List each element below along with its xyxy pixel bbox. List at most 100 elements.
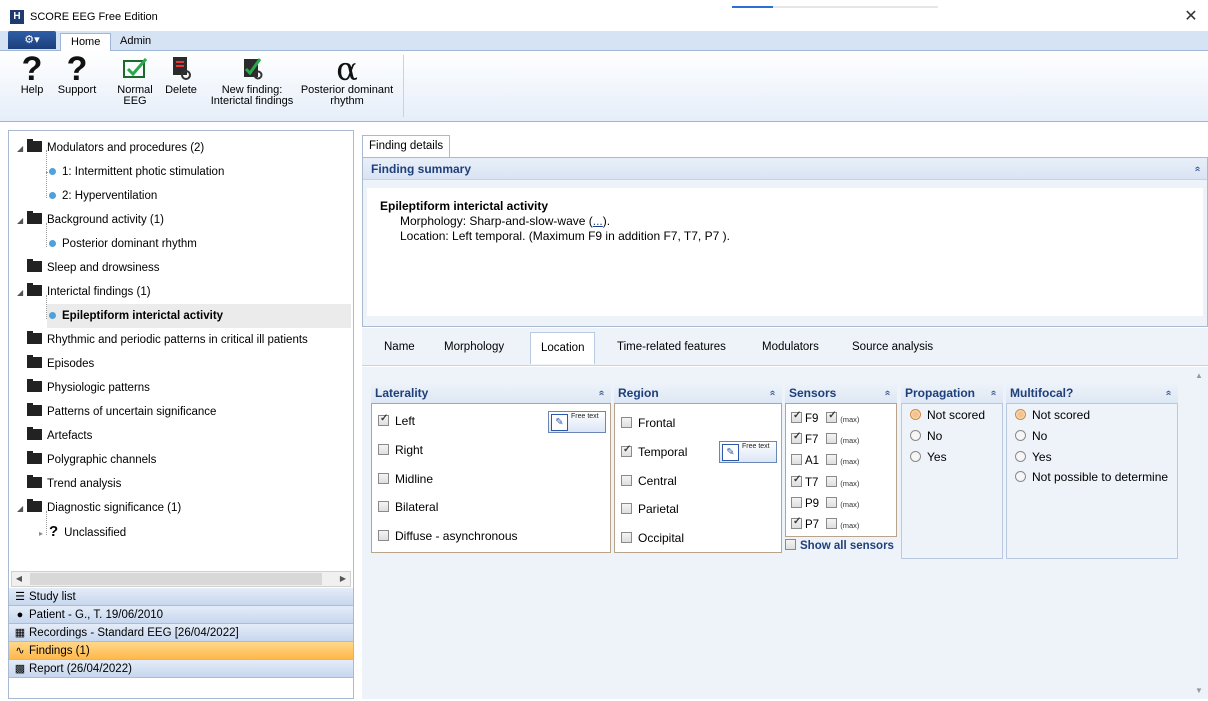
tree-item-episodes[interactable]: Episodes [27,352,94,376]
checkbox[interactable] [791,410,802,423]
close-icon[interactable]: ✕ [1182,6,1200,26]
radio[interactable] [1015,430,1026,441]
sensor-f7[interactable]: F7 (max) [791,431,859,446]
checkbox[interactable] [621,532,632,543]
sensor-f9[interactable]: F9 (max) [791,410,859,425]
free-text-button[interactable]: ✎ Free text [548,411,606,433]
region-central[interactable]: Central [621,474,677,488]
max-checkbox[interactable] [826,433,838,444]
tab-finding-details[interactable]: Finding details [362,135,451,157]
new-finding-button[interactable]: New finding: Interictal findings [204,53,300,107]
laterality-left[interactable]: Left [378,413,415,428]
tree-item-uncertain[interactable]: Patterns of uncertain significance [27,400,216,424]
tab-source-analysis[interactable]: Source analysis [842,332,943,364]
collapse-icon[interactable]: » [1187,166,1208,172]
tree-item-modulators[interactable]: ◢ Modulators and procedures (2) [17,136,204,160]
nav-recordings[interactable]: ▦ Recordings - Standard EEG [26/04/2022] [9,624,353,642]
checkbox[interactable] [378,530,389,541]
radio[interactable] [910,430,921,441]
max-checkbox[interactable] [826,476,838,487]
region-temporal[interactable]: Temporal [621,444,687,459]
multifocal-not-possible[interactable]: Not possible to determine [1015,470,1168,484]
checkbox[interactable] [791,516,802,529]
scroll-right-icon[interactable]: ▶ [336,572,350,586]
scroll-thumb[interactable] [30,573,322,585]
max-checkbox[interactable] [826,454,838,465]
radio[interactable] [1015,409,1026,420]
nav-report[interactable]: ▩ Report (26/04/2022) [9,660,353,678]
pdr-button[interactable]: α Posterior dominant rhythm [296,53,398,107]
multifocal-not-scored[interactable]: Not scored [1015,408,1090,422]
free-text-button[interactable]: ✎ Free text [719,441,777,463]
checkbox[interactable] [791,497,802,508]
checkbox[interactable] [378,501,389,512]
max-checkbox[interactable] [826,497,838,508]
tab-morphology[interactable]: Morphology [434,332,514,364]
tree-item-artefacts[interactable]: Artefacts [27,424,92,448]
tree-item-background[interactable]: ◢ Background activity (1) [17,208,164,232]
tree-item-pdr[interactable]: Posterior dominant rhythm [49,232,197,256]
sensor-p7[interactable]: P7 (max) [791,516,859,531]
tab-location[interactable]: Location [530,332,596,364]
collapse-icon[interactable]: » [763,390,783,396]
radio[interactable] [1015,471,1026,482]
normal-eeg-button[interactable]: Normal EEG [113,53,157,107]
tree-item-sleep[interactable]: Sleep and drowsiness [27,256,160,280]
checkbox[interactable] [621,475,632,486]
tree-item-rhythmic[interactable]: Rhythmic and periodic patterns in critic… [27,328,308,352]
collapse-icon[interactable]: » [984,390,1004,396]
tree-item-hyperventilation[interactable]: 2: Hyperventilation [49,184,157,208]
vertical-scrollbar[interactable]: ▲ ▼ [1192,371,1208,695]
checkbox[interactable] [791,474,802,487]
max-checkbox[interactable] [826,410,838,423]
tree-item-photic[interactable]: 1: Intermittent photic stimulation [46,160,224,184]
multifocal-no[interactable]: No [1015,429,1047,443]
checkbox[interactable] [621,444,632,457]
propagation-yes[interactable]: Yes [910,450,947,464]
propagation-not-scored[interactable]: Not scored [910,408,985,422]
collapse-icon[interactable]: » [592,390,612,396]
sensor-t7[interactable]: T7 (max) [791,474,859,489]
tab-modulators[interactable]: Modulators [752,332,829,364]
tab-time-related[interactable]: Time-related features [607,332,736,364]
region-parietal[interactable]: Parietal [621,502,679,516]
nav-study-list[interactable]: ☰ Study list [9,588,353,606]
app-menu-button[interactable]: ⚙▾ [8,31,56,49]
multifocal-yes[interactable]: Yes [1015,450,1052,464]
tree-item-physiologic[interactable]: Physiologic patterns [27,376,150,400]
checkbox[interactable] [621,503,632,514]
checkbox[interactable] [378,473,389,484]
scroll-up-icon[interactable]: ▲ [1195,371,1203,380]
laterality-diffuse[interactable]: Diffuse - asynchronous [378,529,518,543]
tree-item-epileptiform[interactable]: Epileptiform interictal activity [47,304,351,328]
laterality-bilateral[interactable]: Bilateral [378,500,438,514]
nav-findings[interactable]: ∿ Findings (1) [9,642,353,660]
radio[interactable] [1015,451,1026,462]
checkbox[interactable] [378,444,389,455]
checkbox[interactable] [785,539,796,550]
radio[interactable] [910,451,921,462]
help-button[interactable]: ? Help [18,52,46,96]
tree-item-unclassified[interactable]: ▸? Unclassified [39,520,126,544]
max-checkbox[interactable] [826,518,838,529]
morphology-link[interactable]: ... [593,214,603,228]
propagation-no[interactable]: No [910,429,942,443]
laterality-midline[interactable]: Midline [378,472,433,486]
region-occipital[interactable]: Occipital [621,531,684,545]
scroll-left-icon[interactable]: ◀ [12,572,26,586]
collapse-icon[interactable]: » [878,390,898,396]
horizontal-scrollbar[interactable]: ◀ ▶ [11,571,351,587]
support-button[interactable]: ? Support [53,52,101,96]
show-all-sensors[interactable]: Show all sensors [785,539,894,552]
region-frontal[interactable]: Frontal [621,416,675,430]
delete-button[interactable]: Delete [161,53,201,96]
laterality-right[interactable]: Right [378,443,423,457]
sensor-a1[interactable]: A1 (max) [791,454,859,467]
sensor-p9[interactable]: P9 (max) [791,497,859,510]
nav-patient[interactable]: ● Patient - G., T. 19/06/2010 [9,606,353,624]
tree-item-polygraphic[interactable]: Polygraphic channels [27,448,156,472]
checkbox[interactable] [378,413,389,426]
tab-admin[interactable]: Admin [110,33,161,52]
tab-name[interactable]: Name [374,332,425,364]
checkbox[interactable] [621,417,632,428]
